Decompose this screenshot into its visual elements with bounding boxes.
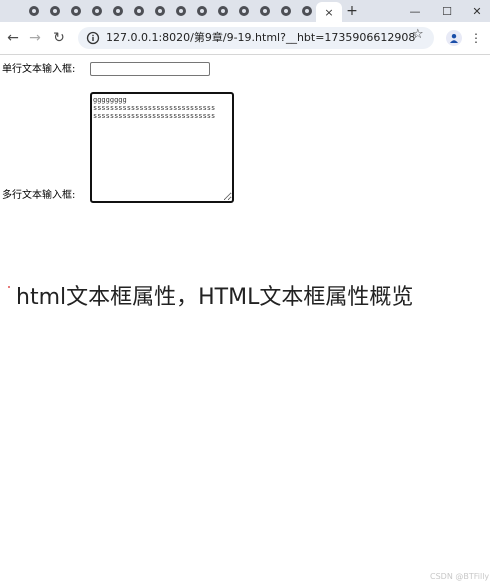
red-dot-mark bbox=[8, 286, 10, 288]
browser-tab[interactable] bbox=[108, 2, 128, 20]
browser-tab[interactable] bbox=[234, 2, 254, 20]
tab-favicon-icon bbox=[281, 6, 291, 16]
tab-favicon-icon bbox=[134, 6, 144, 16]
bookmark-star-icon[interactable]: ☆ bbox=[412, 27, 424, 42]
active-tab[interactable]: × bbox=[316, 2, 342, 22]
tab-strip: × + — ☐ ✕ bbox=[0, 0, 490, 22]
tab-favicon-icon bbox=[176, 6, 186, 16]
person-icon bbox=[450, 34, 458, 43]
tab-favicon-icon bbox=[155, 6, 165, 16]
back-arrow-icon[interactable]: ← bbox=[4, 29, 22, 47]
tab-favicon-icon bbox=[197, 6, 207, 16]
close-window-button[interactable]: ✕ bbox=[466, 2, 488, 20]
browser-tab[interactable] bbox=[171, 2, 191, 20]
tab-favicon-icon bbox=[50, 6, 60, 16]
forward-arrow-icon[interactable]: → bbox=[26, 29, 44, 47]
browser-tab[interactable] bbox=[276, 2, 296, 20]
tab-favicon-icon bbox=[29, 6, 39, 16]
browser-tab[interactable] bbox=[66, 2, 86, 20]
browser-tab[interactable] bbox=[213, 2, 233, 20]
multi-line-textarea[interactable]: gggggggg sssssssssssssssssssssssssssss s… bbox=[90, 92, 234, 203]
tab-favicon-icon bbox=[71, 6, 81, 16]
profile-avatar-icon[interactable] bbox=[446, 30, 462, 46]
tab-favicon-icon bbox=[218, 6, 228, 16]
browser-tab[interactable] bbox=[45, 2, 65, 20]
browser-tab[interactable] bbox=[129, 2, 149, 20]
reload-icon[interactable]: ↻ bbox=[50, 29, 68, 47]
tab-close-icon[interactable]: × bbox=[324, 7, 333, 18]
more-menu-icon[interactable]: ⋮ bbox=[470, 31, 482, 45]
single-line-input-label: 单行文本输入框: bbox=[2, 64, 76, 75]
tab-favicon-icon bbox=[239, 6, 249, 16]
overlay-caption: html文本框属性，HTML文本框属性概览 bbox=[16, 285, 414, 310]
navigation-bar: ← → ↻ 127.0.0.1:8020/第9章/9-19.html?__hbt… bbox=[0, 22, 490, 55]
browser-tab[interactable] bbox=[297, 2, 317, 20]
url-text: 127.0.0.1:8020/第9章/9-19.html?__hbt=17359… bbox=[106, 31, 416, 44]
maximize-button[interactable]: ☐ bbox=[436, 2, 458, 20]
browser-tab[interactable] bbox=[192, 2, 212, 20]
single-line-text-input[interactable] bbox=[90, 62, 210, 76]
browser-tab[interactable] bbox=[150, 2, 170, 20]
new-tab-button[interactable]: + bbox=[344, 2, 360, 20]
minimize-button[interactable]: — bbox=[404, 2, 426, 20]
browser-tab[interactable] bbox=[87, 2, 107, 20]
tab-favicon-icon bbox=[260, 6, 270, 16]
browser-tab[interactable] bbox=[24, 2, 44, 20]
address-bar[interactable]: 127.0.0.1:8020/第9章/9-19.html?__hbt=17359… bbox=[78, 27, 434, 49]
tab-favicon-icon bbox=[302, 6, 312, 16]
tab-favicon-icon bbox=[113, 6, 123, 16]
multi-line-input-label: 多行文本输入框: bbox=[2, 190, 76, 201]
csdn-watermark: CSDN @BTFilly bbox=[430, 572, 490, 581]
tab-favicon-icon bbox=[92, 6, 102, 16]
browser-tab[interactable] bbox=[255, 2, 275, 20]
site-info-icon[interactable] bbox=[86, 31, 100, 45]
